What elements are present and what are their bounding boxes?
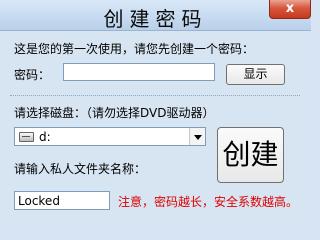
chevron-down-icon[interactable]: [189, 128, 205, 145]
disk-label: 请选择磁盘：（请勿选择DVD驱动器）: [14, 106, 215, 120]
divider: [10, 95, 300, 96]
create-password-window: 创建密码 x 这是您的第一次使用，请您先创建一个密码： 密码： 显示 请选择磁盘…: [0, 0, 311, 225]
drive-icon: [19, 132, 34, 142]
create-button[interactable]: 创建: [217, 127, 284, 183]
password-input[interactable]: [63, 63, 215, 81]
close-button[interactable]: x: [269, 0, 311, 19]
folder-name-input[interactable]: [14, 191, 110, 210]
password-label: 密码：: [14, 68, 51, 82]
disk-select[interactable]: d:: [14, 127, 206, 146]
title-bar[interactable]: 创建密码 x: [0, 0, 311, 31]
disk-selected-value: d:: [39, 130, 51, 144]
window-title: 创建密码: [103, 7, 208, 31]
intro-text: 这是您的第一次使用，请您先创建一个密码：: [14, 42, 255, 56]
show-password-button[interactable]: 显示: [226, 64, 285, 85]
folder-label: 请输入私人文件夹名称：: [14, 162, 147, 176]
notice-text: 注意，密码越长，安全系数越高。: [118, 195, 299, 209]
